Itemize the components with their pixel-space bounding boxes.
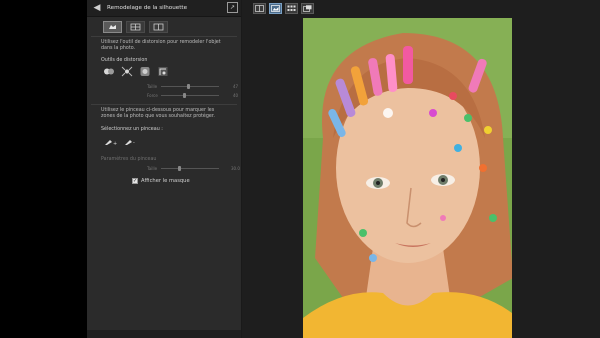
eraser-brush-icon: - [125,139,135,146]
compare-view-button[interactable] [253,2,266,14]
view-toolbar [247,0,600,16]
warp-tool-button[interactable] [102,66,115,78]
show-mask-label: Afficher le masque [141,177,190,184]
strength-slider-track[interactable] [161,92,219,98]
fit-screen-icon [303,4,312,12]
frame-icon [153,23,164,31]
divider [91,36,237,37]
size-slider[interactable]: Taille 47 [87,82,241,91]
silhouette-panel: ◀ Remodelage de la silhouette ↗ Utilisez… [87,0,242,338]
tab-compare[interactable] [126,21,145,33]
show-mask-row[interactable]: ✓ Afficher le masque [87,177,241,184]
brush-size-label: Taille [147,165,158,171]
single-view-button[interactable] [269,2,282,14]
size-slider-knob[interactable] [187,83,190,89]
tool-sliders: Taille 47 Force 40 [87,82,241,100]
divider [91,103,237,105]
warp-icon [103,68,114,75]
brush-size-track[interactable] [161,165,219,171]
fit-screen-button[interactable] [301,2,314,14]
protect-text: Utilisez le pinceau ci-dessous pour marq… [101,107,215,120]
svg-text:-: - [133,140,135,146]
svg-text:+: + [113,141,117,146]
bloat-icon [140,67,149,77]
description-text: Utilisez l'outil de distorsion pour remo… [101,40,221,52]
strength-slider-label: Force [147,92,158,98]
protect-brush-button[interactable]: + [103,136,119,147]
size-slider-value: 47 [233,83,239,89]
panel-header: ◀ Remodelage de la silhouette ↗ [87,0,241,17]
mode-tabs [87,17,241,33]
photo-canvas[interactable] [303,18,512,338]
brush-size-slider[interactable]: Taille 30.0 [87,164,241,173]
show-mask-checkbox[interactable]: ✓ [132,177,138,184]
brush-size-value: 30.0 [231,165,240,171]
eraser-brush-button[interactable]: - [123,136,139,147]
brush-params-heading: Paramètres du pinceau [101,156,157,162]
panel-footer [87,330,241,338]
hand-icon [109,25,116,29]
size-slider-label: Taille [147,83,158,89]
strength-slider[interactable]: Force 40 [87,91,241,100]
bloat-tool-button[interactable] [138,66,151,78]
compare-view-icon [255,4,264,12]
portrait-image [303,18,512,338]
brush-size-knob[interactable] [178,165,181,171]
split-icon [130,23,141,31]
back-arrow-icon[interactable]: ◀ [90,2,104,14]
protect-brush-icon: + [105,139,117,146]
pinch-tool-button[interactable] [120,66,133,78]
strength-slider-knob[interactable] [183,92,186,98]
single-view-icon [271,4,280,12]
twirl-icon [158,67,167,77]
strength-slider-value: 40 [233,92,239,98]
grid-view-button[interactable] [285,2,298,14]
twirl-tool-button[interactable] [156,66,169,78]
tab-fullview[interactable] [149,21,168,33]
distortion-tools [87,63,241,78]
grid-view-icon [287,5,296,11]
panel-title: Remodelage de la silhouette [107,5,188,11]
tab-reshape[interactable] [103,21,122,33]
pinch-icon [121,66,132,77]
export-icon[interactable]: ↗ [227,2,238,13]
brush-picker: + - [87,132,241,147]
size-slider-track[interactable] [161,83,219,89]
